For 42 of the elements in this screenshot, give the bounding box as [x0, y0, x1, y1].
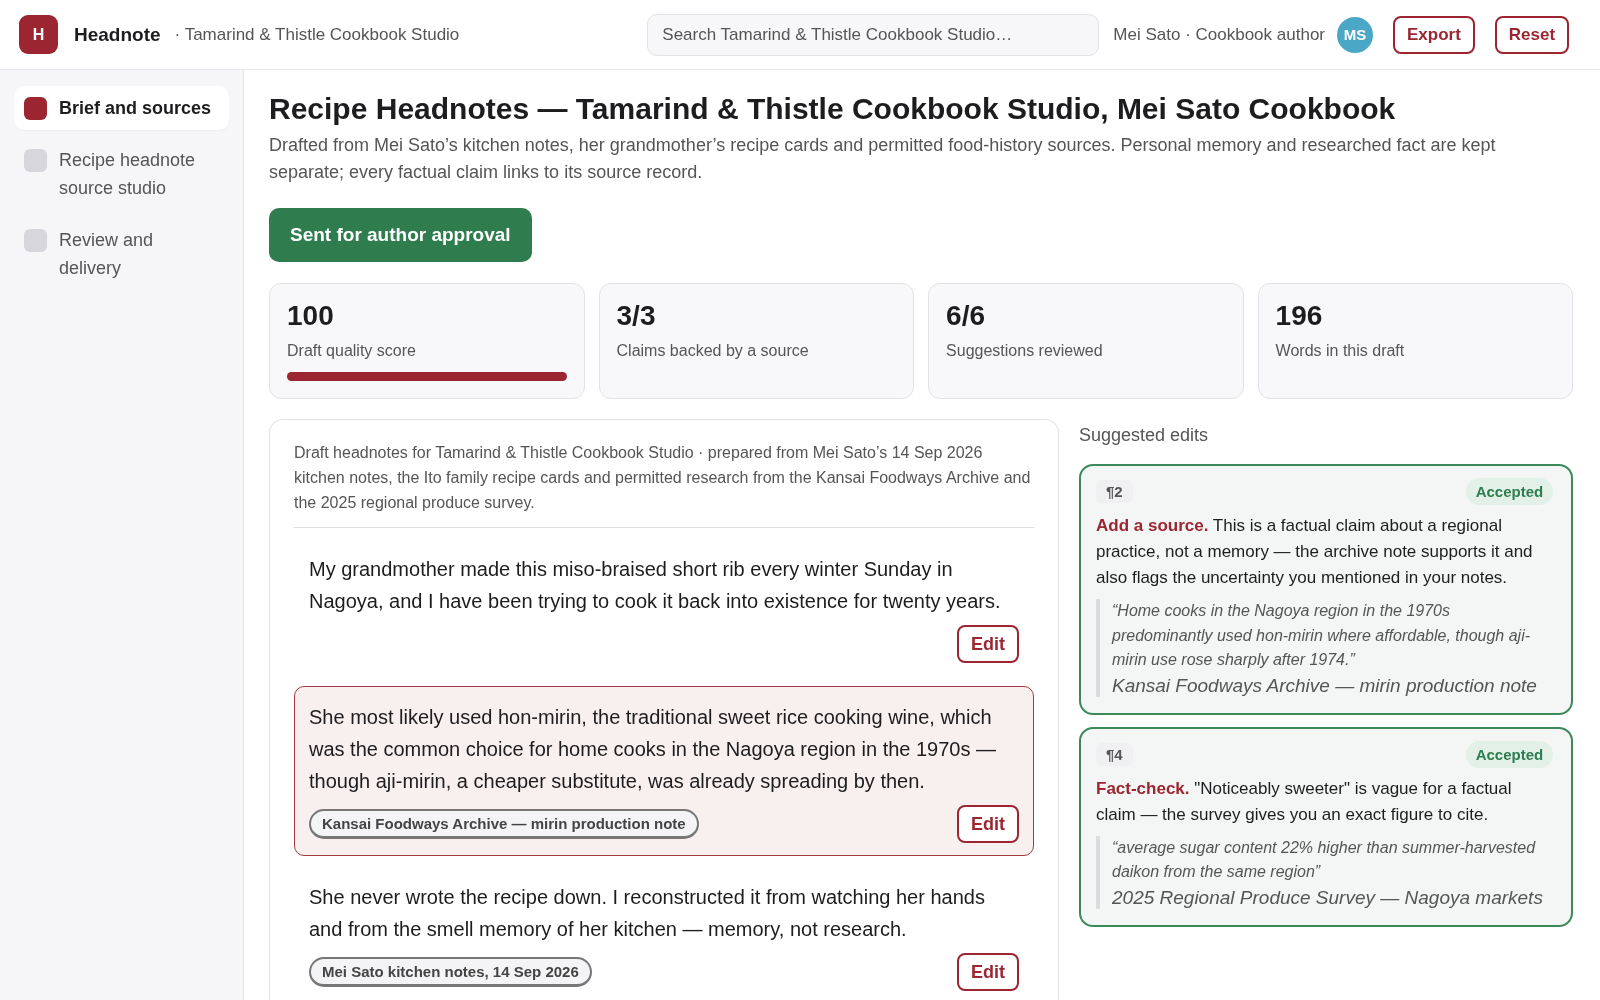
logo-icon: H — [19, 15, 58, 54]
paragraph-tag: ¶4 — [1096, 742, 1133, 766]
source-chip[interactable]: Kansai Foodways Archive — mirin production note — [309, 809, 699, 839]
stat-label: Suggestions reviewed — [946, 342, 1103, 360]
edit-button[interactable]: Edit — [957, 805, 1019, 843]
sidebar-item[interactable]: Review and delivery — [14, 218, 229, 290]
stat-value: 3/3 — [616, 300, 656, 332]
paragraph-text: She never wrote the recipe down. I reconstructed it from watching her hands and from the smell memory of her kitchen — memory, not research. — [309, 885, 986, 942]
status-badge: Accepted — [1465, 478, 1554, 505]
quote-text: “Home cooks in the Nagoya region in the 1970s predominantly used hon-mirin where affordable, though aji-mirin use rose sharply after 1974.” — [1112, 601, 1531, 670]
user-name: Mei Sato · Cookbook author — [1113, 24, 1325, 45]
approval-status-button[interactable]: Sent for author approval — [269, 208, 532, 262]
stat-value: 196 — [1275, 300, 1323, 332]
stat-value: 100 — [287, 300, 334, 332]
suggestion-text: Fact-check. "Noticeably sweeter" is vague for a factual claim — the survey gives you an exact figure to cite. — [1096, 777, 1513, 826]
page-description: Drafted from Mei Sato’s kitchen notes, her grandmother’s recipe cards and permitted food-history sources. Personal memory and researched fact are kept separate; every factual claim links to its source record. — [269, 134, 1497, 184]
reset-button[interactable]: Reset — [1494, 15, 1570, 54]
paragraph-text: My grandmother made this miso-braised short rib every winter Sunday in Nagoya, and I have been trying to cook it back into existence for twenty years. — [309, 557, 1002, 614]
sidebar-item[interactable]: Recipe headnote source studio — [14, 138, 229, 210]
stat-label: Draft quality score — [287, 342, 416, 360]
edit-button[interactable]: Edit — [957, 625, 1019, 663]
stat-label: Claims backed by a source — [616, 342, 809, 360]
stat-value: 6/6 — [946, 300, 985, 332]
quote-source: 2025 Regional Produce Survey — Nagoya markets — [1112, 886, 1544, 909]
section-heading: Suggested edits — [1079, 425, 1210, 446]
stat-label: Words in this draft — [1275, 342, 1405, 360]
search-field[interactable]: Search Tamarind & Thistle Cookbook Studio… — [647, 13, 1100, 56]
page-title: Recipe Headnotes — Tamarind & Thistle Cookbook Studio, Mei Sato Cookbook — [269, 91, 1397, 127]
source-chip[interactable]: Mei Sato kitchen notes, 14 Sep 2026 — [309, 957, 592, 987]
draft-intro: Draft headnotes for Tamarind & Thistle Cookbook Studio · prepared from Mei Sato’s 14 Sep 2026 kitchen notes, the Ito family recipe cards and permitted research from the Kansai Foodways Archive and the 2025 regional produce survey. — [294, 440, 1034, 528]
avatar: MS — [1337, 16, 1373, 53]
suggestion-text: Add a source. This is a factual claim about a regional practice, not a memory — the archive note supports it and also flags the uncertainty you mentioned in your notes. — [1096, 515, 1534, 589]
quote-text: “average sugar content 22% higher than summer-harvested daikon from the same region” — [1112, 837, 1537, 882]
quote-source: Kansai Foodways Archive — mirin production note — [1112, 674, 1538, 697]
paragraph-text: She most likely used hon-mirin, the traditional sweet rice cooking wine, which was the common choice for home cooks in the Nagoya region in the 1970s — though aji-mirin, a cheaper substitute, was already spreading by then. — [309, 705, 998, 794]
paragraph-tag: ¶2 — [1096, 480, 1133, 503]
edit-button[interactable]: Edit — [957, 953, 1019, 991]
sidebar-item[interactable]: Brief and sources — [14, 86, 229, 130]
workspace-name: · Tamarind & Thistle Cookbook Studio — [174, 24, 460, 45]
status-badge: Accepted — [1465, 740, 1554, 768]
export-button[interactable]: Export — [1393, 15, 1475, 54]
app-name: Headnote — [74, 23, 161, 46]
